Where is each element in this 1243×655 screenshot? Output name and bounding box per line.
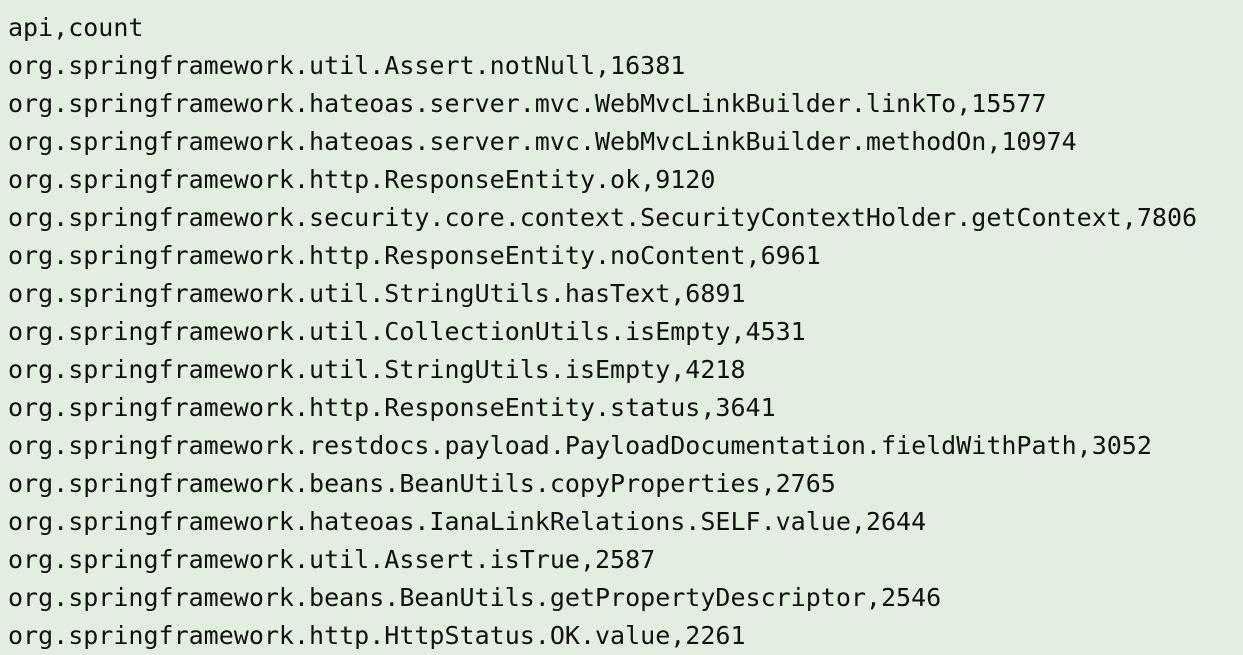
csv-header-line: api,count xyxy=(8,13,144,42)
csv-data-line: org.springframework.security.core.contex… xyxy=(8,203,1198,232)
csv-data-line: org.springframework.hateoas.IanaLinkRela… xyxy=(8,507,927,536)
csv-data-line: org.springframework.http.ResponseEntity.… xyxy=(8,393,776,422)
csv-data-line: org.springframework.hateoas.server.mvc.W… xyxy=(8,89,1047,118)
csv-data-line: org.springframework.http.ResponseEntity.… xyxy=(8,165,716,194)
csv-data-line: org.springframework.beans.BeanUtils.copy… xyxy=(8,469,836,498)
csv-data-line: org.springframework.hateoas.server.mvc.W… xyxy=(8,127,1077,156)
csv-data-line: org.springframework.util.Assert.notNull,… xyxy=(8,51,686,80)
csv-data-line: org.springframework.beans.BeanUtils.getP… xyxy=(8,583,942,612)
csv-text-block: api,count org.springframework.util.Asser… xyxy=(0,0,1243,655)
csv-data-line: org.springframework.util.Assert.isTrue,2… xyxy=(8,545,656,574)
csv-data-line: org.springframework.util.CollectionUtils… xyxy=(8,317,806,346)
csv-data-line: org.springframework.restdocs.payload.Pay… xyxy=(8,431,1152,460)
csv-data-line: org.springframework.util.StringUtils.has… xyxy=(8,279,746,308)
csv-data-line: org.springframework.http.ResponseEntity.… xyxy=(8,241,821,270)
csv-data-line: org.springframework.util.StringUtils.isE… xyxy=(8,355,746,384)
csv-data-line: org.springframework.http.HttpStatus.OK.v… xyxy=(8,621,746,650)
